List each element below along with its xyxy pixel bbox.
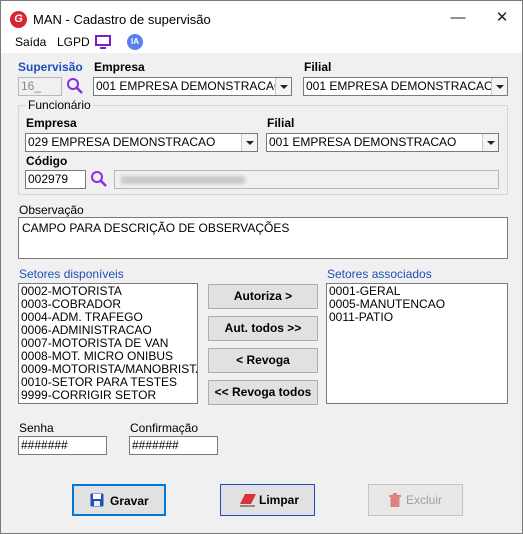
revoga-button[interactable]: < Revoga bbox=[208, 348, 318, 373]
menu-item-saida[interactable]: Saída bbox=[15, 35, 46, 49]
chevron-down-icon[interactable] bbox=[482, 134, 498, 151]
main-window: G MAN - Cadastro de supervisão — ✕ Saída… bbox=[0, 0, 523, 534]
filial-select[interactable]: 001 EMPRESA DEMONSTRACAO bbox=[303, 77, 508, 96]
limpar-button[interactable]: Limpar bbox=[220, 484, 315, 516]
autoriza-todos-button[interactable]: Aut. todos >> bbox=[208, 316, 318, 341]
menu-item-lgpd[interactable]: LGPD bbox=[57, 35, 90, 49]
window-title: MAN - Cadastro de supervisão bbox=[33, 12, 211, 27]
empresa-select-value: 001 EMPRESA DEMONSTRACAO bbox=[96, 79, 284, 93]
autoriza-todos-button-label: Aut. todos >> bbox=[224, 321, 302, 335]
monitor-icon[interactable] bbox=[95, 35, 111, 50]
autoriza-button-label: Autoriza > bbox=[233, 289, 293, 303]
revoga-todos-button[interactable]: << Revoga todos bbox=[208, 380, 318, 405]
redacted-name bbox=[121, 176, 245, 184]
setores-disponiveis-label: Setores disponíveis bbox=[19, 267, 124, 281]
search-funcionario-icon[interactable] bbox=[90, 170, 108, 188]
func-empresa-select[interactable]: 029 EMPRESA DEMONSTRACAO bbox=[25, 133, 258, 152]
supervisao-label: Supervisão bbox=[18, 60, 83, 74]
funcionario-nome-input bbox=[114, 170, 499, 189]
menu-bar: Saída LGPD IA bbox=[1, 33, 522, 53]
minimize-button[interactable]: — bbox=[441, 5, 475, 31]
senha-label: Senha bbox=[19, 421, 54, 435]
filial-label: Filial bbox=[304, 60, 332, 74]
list-item[interactable]: 0011-PATIO bbox=[329, 311, 505, 324]
trash-icon bbox=[389, 493, 401, 507]
empresa-label: Empresa bbox=[94, 60, 145, 74]
excluir-button-label: Excluir bbox=[406, 493, 443, 507]
title-bar[interactable]: G MAN - Cadastro de supervisão — ✕ bbox=[1, 1, 522, 33]
save-icon bbox=[90, 493, 104, 507]
func-filial-label: Filial bbox=[267, 116, 295, 130]
func-empresa-label: Empresa bbox=[26, 116, 77, 130]
autoriza-button[interactable]: Autoriza > bbox=[208, 284, 318, 309]
ia-assistant-icon[interactable]: IA bbox=[127, 34, 143, 50]
app-logo-icon: G bbox=[10, 11, 27, 28]
gravar-button[interactable]: Gravar bbox=[72, 484, 166, 516]
confirmacao-input[interactable]: ####### bbox=[129, 436, 218, 455]
chevron-down-icon[interactable] bbox=[275, 78, 291, 95]
revoga-todos-button-label: << Revoga todos bbox=[214, 385, 312, 399]
chevron-down-icon[interactable] bbox=[491, 78, 507, 95]
funcionario-legend: Funcionário bbox=[26, 98, 93, 112]
func-filial-value: 001 EMPRESA DEMONSTRACAO bbox=[269, 135, 457, 149]
gravar-button-label: Gravar bbox=[110, 494, 149, 508]
chevron-down-icon[interactable] bbox=[241, 134, 257, 151]
limpar-button-label: Limpar bbox=[259, 493, 300, 507]
close-button[interactable]: ✕ bbox=[485, 5, 519, 31]
eraser-icon bbox=[240, 494, 256, 507]
empresa-select[interactable]: 001 EMPRESA DEMONSTRACAO bbox=[93, 77, 292, 96]
setores-associados-list[interactable]: 0001-GERAL 0005-MANUTENCAO 0011-PATIO bbox=[326, 283, 508, 404]
confirmacao-label: Confirmação bbox=[130, 421, 199, 435]
search-supervisao-icon[interactable] bbox=[66, 77, 84, 95]
codigo-label: Código bbox=[26, 154, 68, 168]
supervisao-input[interactable]: 16_ bbox=[18, 77, 62, 96]
list-item[interactable]: 9999-CORRIGIR SETOR bbox=[21, 389, 195, 402]
excluir-button[interactable]: Excluir bbox=[368, 484, 463, 516]
observacao-textarea[interactable]: CAMPO PARA DESCRIÇÃO DE OBSERVAÇÕES bbox=[18, 217, 508, 259]
func-filial-select[interactable]: 001 EMPRESA DEMONSTRACAO bbox=[266, 133, 499, 152]
func-empresa-value: 029 EMPRESA DEMONSTRACAO bbox=[28, 135, 216, 149]
setores-associados-label: Setores associados bbox=[327, 267, 432, 281]
observacao-label: Observação bbox=[19, 203, 84, 217]
revoga-button-label: < Revoga bbox=[236, 353, 290, 367]
filial-select-value: 001 EMPRESA DEMONSTRACAO bbox=[306, 79, 494, 93]
codigo-input[interactable]: 002979 bbox=[25, 170, 86, 189]
setores-disponiveis-list[interactable]: 0002-MOTORISTA 0003-COBRADOR 0004-ADM. T… bbox=[18, 283, 198, 404]
senha-input[interactable]: ####### bbox=[18, 436, 107, 455]
